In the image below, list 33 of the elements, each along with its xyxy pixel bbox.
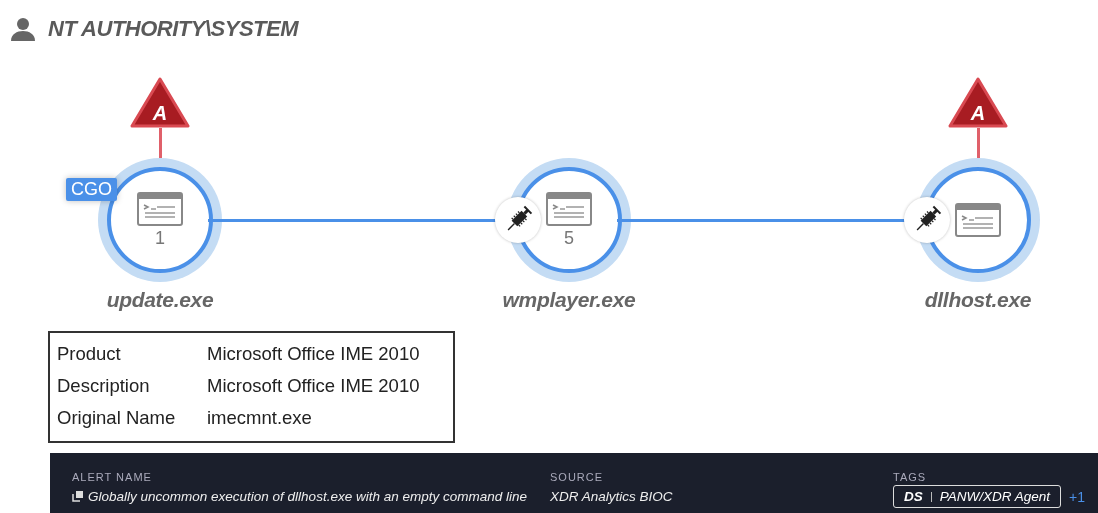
detail-value: imecmnt.exe (207, 406, 313, 430)
process-name: wmplayer.exe (502, 288, 636, 312)
detail-label: Original Name (57, 406, 177, 430)
terminal-window-icon (137, 192, 183, 226)
event-count: 5 (564, 228, 574, 248)
detail-value: Microsoft Office IME 2010 (207, 374, 421, 398)
alert-letter: A (970, 102, 986, 124)
injection-badge[interactable] (904, 197, 950, 243)
terminal-window-icon (955, 203, 1001, 237)
user-icon (10, 16, 36, 42)
open-window-icon[interactable] (72, 491, 83, 502)
field-label: SOURCE (550, 471, 605, 483)
tag-chip[interactable]: DS PANW/XDR Agent (893, 485, 1062, 508)
process-name: dllhost.exe (924, 288, 1032, 312)
process-tag: CGO (66, 178, 117, 201)
detail-value: Microsoft Office IME 2010 (207, 342, 421, 366)
alert-icon[interactable] (130, 77, 190, 128)
more-tags-link[interactable]: +1 (1069, 488, 1085, 505)
field-label: TAGS (893, 471, 928, 483)
user-name: NT AUTHORITY\SYSTEM (48, 16, 299, 42)
detail-label: Description (57, 374, 151, 398)
event-count: 1 (155, 228, 165, 248)
alert-stem (976, 128, 980, 158)
alert-source: XDR Analytics BIOC (550, 489, 674, 504)
alert-name[interactable]: Globally uncommon execution of dllhost.exe with an empty command line (88, 489, 527, 504)
detail-label: Product (57, 342, 122, 366)
alert-letter: A (152, 102, 168, 124)
injection-badge[interactable] (495, 197, 541, 243)
alert-stem (158, 128, 162, 158)
field-label: ALERT NAME (72, 471, 153, 483)
process-name: update.exe (106, 288, 214, 312)
alert-icon[interactable] (948, 77, 1008, 128)
terminal-window-icon (546, 192, 592, 226)
